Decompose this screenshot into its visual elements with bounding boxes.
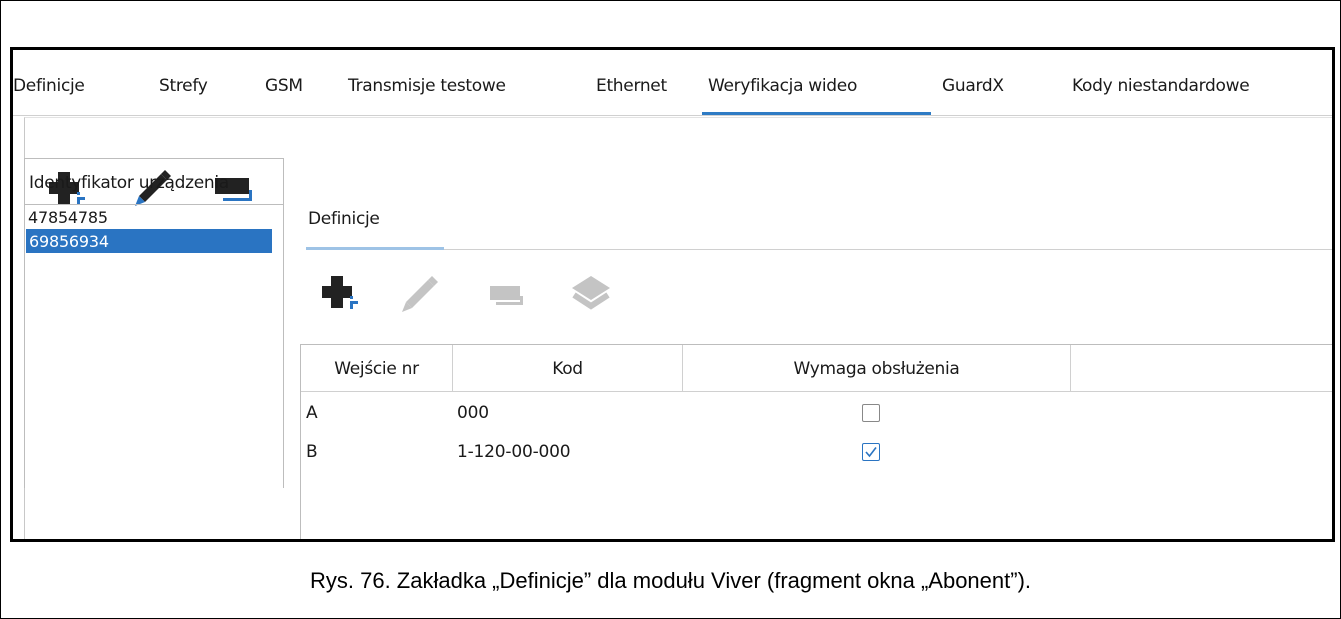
tab-ethernet[interactable]: Ethernet — [596, 76, 667, 96]
cell-input: B — [306, 442, 318, 462]
remove-icon — [490, 286, 523, 305]
device-list-item-selected[interactable]: 69856934 — [26, 229, 272, 253]
tab-kody-niestandardowe[interactable]: Kody niestandardowe — [1072, 76, 1250, 96]
required-checkbox-checked[interactable] — [862, 443, 880, 461]
subtab-indicator — [306, 247, 444, 250]
tab-guardx[interactable]: GuardX — [942, 76, 1004, 96]
tab-gsm[interactable]: GSM — [265, 76, 303, 96]
checkmark-icon — [865, 447, 877, 458]
copy-row-button[interactable] — [568, 272, 614, 318]
tab-definicje[interactable]: Definicje — [13, 76, 85, 96]
device-list-header: Identyfikator urządzenia — [25, 159, 283, 205]
column-header-code[interactable]: Kod — [453, 345, 683, 392]
cell-code: 1-120-00-000 — [457, 442, 571, 462]
codes-table: Wejście nr Kod Wymaga obsłużenia A 000 B… — [300, 344, 1332, 539]
tab-weryfikacja-wideo[interactable]: Weryfikacja wideo — [708, 76, 857, 96]
column-header-empty — [1071, 345, 1332, 392]
subtab-divider — [444, 249, 1332, 250]
figure-caption: Rys. 76. Zakładka „Definicje” dla modułu… — [309, 568, 1032, 593]
layers-icon — [572, 276, 610, 310]
column-header-input[interactable]: Wejście nr — [301, 345, 453, 392]
column-header-required[interactable]: Wymaga obsłużenia — [683, 345, 1071, 392]
main-tab-bar: Definicje Strefy GSM Transmisje testowe … — [13, 50, 1332, 116]
add-icon — [322, 276, 358, 309]
subscriber-window: Definicje Strefy GSM Transmisje testowe … — [10, 47, 1335, 542]
cell-code: 000 — [457, 403, 489, 423]
edit-icon — [402, 276, 438, 312]
remove-row-button[interactable] — [488, 280, 536, 318]
subtab-definicje[interactable]: Definicje — [308, 209, 380, 229]
device-list: Identyfikator urządzenia 47854785 698569… — [24, 158, 284, 488]
tab-strefy[interactable]: Strefy — [159, 76, 208, 96]
required-checkbox[interactable] — [862, 404, 880, 422]
tab-transmisje-testowe[interactable]: Transmisje testowe — [348, 76, 506, 96]
add-row-button[interactable] — [319, 272, 361, 318]
cell-input: A — [306, 403, 318, 423]
device-list-item[interactable]: 47854785 — [25, 205, 283, 229]
active-tab-indicator — [702, 112, 931, 115]
edit-row-button[interactable] — [398, 268, 442, 318]
